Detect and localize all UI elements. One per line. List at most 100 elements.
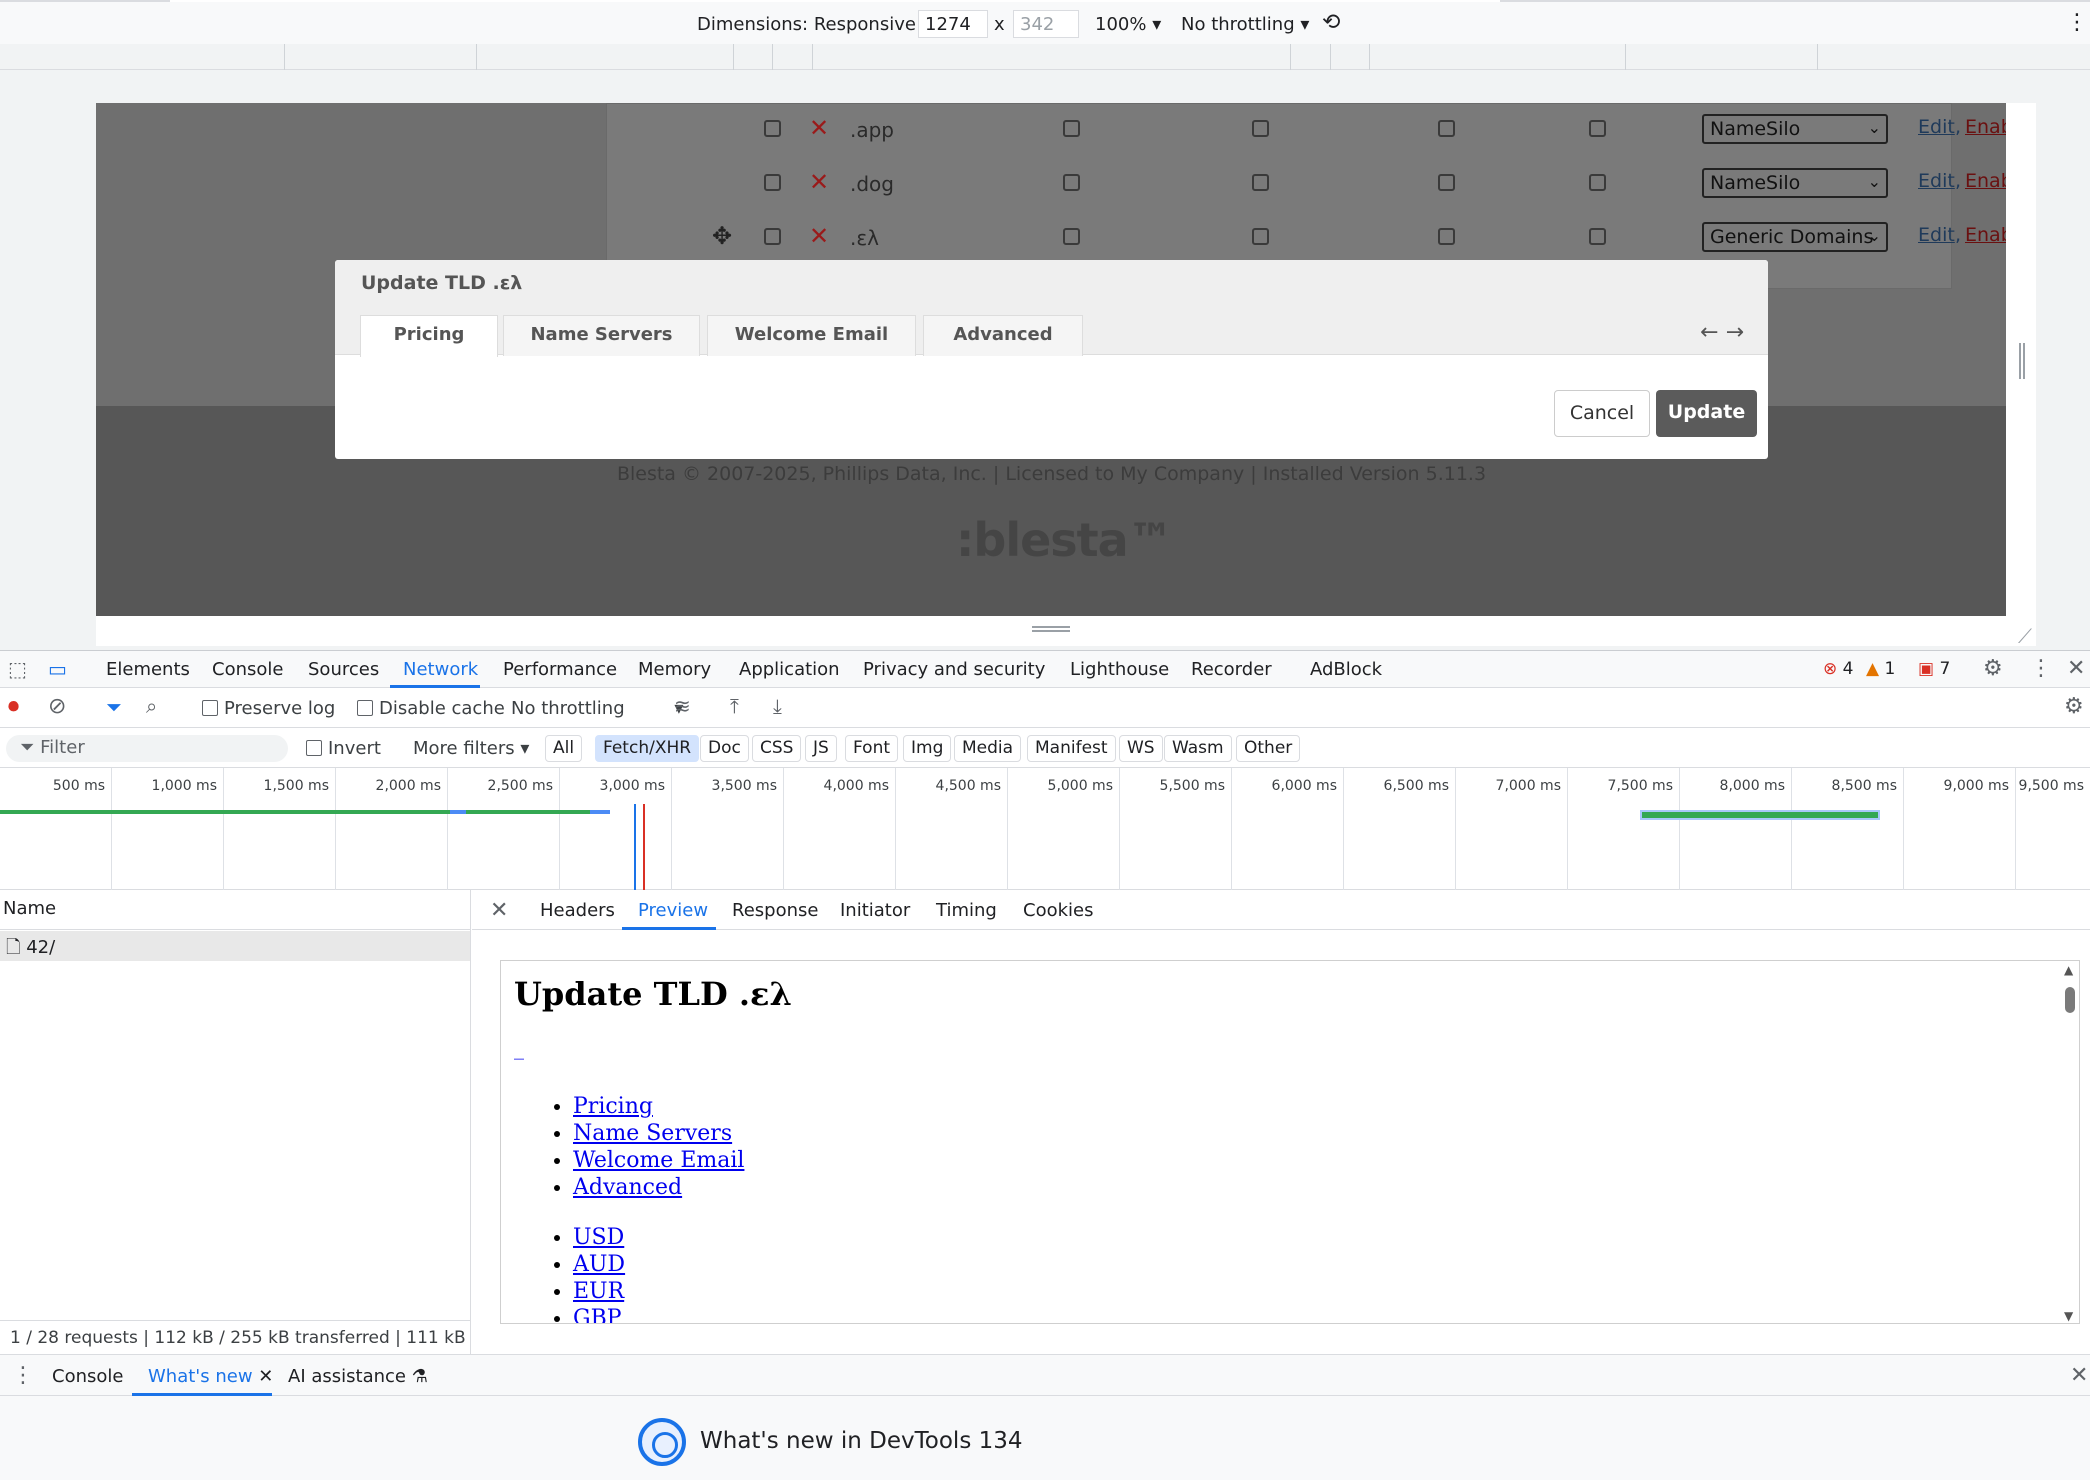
row-checkbox[interactable] <box>1063 228 1080 245</box>
close-tab-icon[interactable]: ✕ <box>258 1366 273 1387</box>
update-button[interactable]: Update <box>1656 390 1757 437</box>
drawer-tab-whats-new[interactable]: What's new ✕ <box>148 1366 273 1387</box>
dimensions-dropdown[interactable]: Dimensions: Responsive ▾ <box>697 14 931 35</box>
filter-other[interactable]: Other <box>1236 735 1301 762</box>
tab-privacy-security[interactable]: Privacy and security <box>863 659 1045 680</box>
tab-recorder[interactable]: Recorder <box>1191 659 1272 680</box>
row-checkbox[interactable] <box>1589 120 1606 137</box>
record-stop-icon[interactable]: ⏺ <box>8 694 19 719</box>
edit-link[interactable]: Edit <box>1918 224 1955 246</box>
filter-icon[interactable]: ⏷ <box>106 695 122 719</box>
error-count-badge[interactable]: ⊗ 4 <box>1823 659 1853 679</box>
height-input[interactable]: 342 <box>1013 10 1079 38</box>
tab-headers[interactable]: Headers <box>540 900 615 921</box>
issues-count-badge[interactable]: ▣ 7 <box>1918 659 1950 679</box>
row-checkbox[interactable] <box>1438 174 1455 191</box>
tab-initiator[interactable]: Initiator <box>840 900 910 921</box>
tab-memory[interactable]: Memory <box>638 659 711 680</box>
network-conditions-icon[interactable]: ≋ <box>674 694 691 718</box>
more-options-icon[interactable]: ⋮ <box>2030 656 2052 681</box>
row-checkbox[interactable] <box>1063 120 1080 137</box>
edit-link[interactable]: Edit <box>1918 116 1955 138</box>
tab-name-servers[interactable]: Name Servers <box>503 315 700 356</box>
tab-preview[interactable]: Preview <box>638 900 708 921</box>
preview-link[interactable]: GBP <box>573 1306 622 1323</box>
close-icon[interactable]: ✕ <box>809 114 829 142</box>
preview-anchor[interactable]: _ <box>514 1036 524 1060</box>
cancel-button[interactable]: Cancel <box>1554 390 1650 437</box>
close-icon[interactable]: ✕ <box>809 222 829 250</box>
tab-advanced[interactable]: Advanced <box>923 315 1083 356</box>
filter-js[interactable]: JS <box>805 735 837 762</box>
tab-performance[interactable]: Performance <box>503 659 617 680</box>
settings-gear-icon[interactable]: ⚙ <box>1983 656 2003 681</box>
zoom-dropdown[interactable]: 100% ▾ <box>1095 14 1161 35</box>
network-overview-timeline[interactable]: 500 ms 1,000 ms 1,500 ms 2,000 ms 2,500 … <box>0 768 2090 890</box>
row-checkbox[interactable] <box>1589 174 1606 191</box>
rotate-icon[interactable]: ⟲ <box>1322 10 1340 35</box>
close-drawer-icon[interactable]: ✕ <box>2070 1363 2088 1388</box>
preserve-log-checkbox[interactable]: Preserve log <box>202 698 335 719</box>
row-checkbox[interactable] <box>764 174 781 191</box>
tab-adblock[interactable]: AdBlock <box>1310 659 1382 680</box>
scroll-up-icon[interactable]: ▲ <box>2064 963 2073 977</box>
filter-all[interactable]: All <box>545 735 583 762</box>
preview-link[interactable]: Advanced <box>573 1175 682 1200</box>
filter-font[interactable]: Font <box>845 735 899 762</box>
row-checkbox[interactable] <box>1589 228 1606 245</box>
network-throttling-select[interactable]: No throttling ▾ <box>511 698 683 719</box>
filter-css[interactable]: CSS <box>752 735 802 762</box>
tab-network[interactable]: Network <box>403 659 478 680</box>
import-har-icon[interactable]: ⤒ <box>730 694 739 718</box>
media-query-ruler[interactable] <box>0 44 2090 70</box>
tab-welcome-email[interactable]: Welcome Email <box>707 315 916 356</box>
invert-checkbox[interactable]: Invert <box>306 738 381 759</box>
viewport-resize-handle-bottom[interactable]: ⟋ <box>96 616 2036 648</box>
filter-input[interactable]: ⏷ Filter <box>6 735 288 762</box>
filter-manifest[interactable]: Manifest <box>1027 735 1116 762</box>
registrar-select[interactable]: NameSilo ⌄ <box>1702 114 1888 144</box>
resize-corner-icon[interactable]: ⟋ <box>2018 624 2032 648</box>
enable-link[interactable]: Enable <box>1965 116 2007 138</box>
filter-ws[interactable]: WS <box>1119 735 1163 762</box>
move-icon[interactable]: ✥ <box>712 222 732 250</box>
clear-icon[interactable]: ⊘ <box>48 694 66 719</box>
row-checkbox[interactable] <box>1438 120 1455 137</box>
tab-cookies[interactable]: Cookies <box>1023 900 1093 921</box>
warning-count-badge[interactable]: ▲ 1 <box>1866 659 1895 679</box>
enable-link[interactable]: Enable <box>1965 170 2007 192</box>
tab-application[interactable]: Application <box>739 659 840 680</box>
row-checkbox[interactable] <box>1438 228 1455 245</box>
preview-link[interactable]: EUR <box>573 1279 624 1304</box>
row-checkbox[interactable] <box>764 228 781 245</box>
preview-link[interactable]: USD <box>573 1225 624 1250</box>
arrow-left-icon[interactable]: ← <box>1700 320 1718 345</box>
row-checkbox[interactable] <box>1252 120 1269 137</box>
search-icon[interactable]: ⌕ <box>146 694 157 718</box>
export-har-icon[interactable]: ⤓ <box>773 694 782 718</box>
throttling-dropdown[interactable]: No throttling ▾ <box>1181 14 1309 35</box>
drawer-tab-ai-assistance[interactable]: AI assistance ⚗ <box>288 1366 428 1387</box>
preview-link[interactable]: Name Servers <box>573 1121 732 1146</box>
scroll-down-icon[interactable]: ▼ <box>2064 1309 2073 1323</box>
close-icon[interactable]: ✕ <box>809 168 829 196</box>
drawer-tab-console[interactable]: Console <box>52 1366 123 1387</box>
arrow-right-icon[interactable]: → <box>1726 320 1744 345</box>
tab-timing[interactable]: Timing <box>936 900 997 921</box>
enable-link[interactable]: Enable <box>1965 224 2007 246</box>
close-detail-icon[interactable]: ✕ <box>490 898 508 923</box>
preview-link[interactable]: AUD <box>573 1252 625 1277</box>
filter-doc[interactable]: Doc <box>700 735 749 762</box>
close-devtools-icon[interactable]: ✕ <box>2067 656 2085 681</box>
tab-console[interactable]: Console <box>212 659 283 680</box>
edit-link[interactable]: Edit <box>1918 170 1955 192</box>
name-column-header[interactable]: Name <box>0 890 470 930</box>
preview-link[interactable]: Welcome Email <box>573 1148 744 1173</box>
registrar-select[interactable]: Generic Domains ⌄ <box>1702 222 1888 252</box>
tab-lighthouse[interactable]: Lighthouse <box>1070 659 1169 680</box>
filter-wasm[interactable]: Wasm <box>1164 735 1232 762</box>
inspect-element-icon[interactable]: ⬚ <box>8 657 27 681</box>
device-toggle-icon[interactable]: ▭ <box>48 657 67 681</box>
row-checkbox[interactable] <box>1252 228 1269 245</box>
tab-pricing[interactable]: Pricing <box>360 315 498 357</box>
